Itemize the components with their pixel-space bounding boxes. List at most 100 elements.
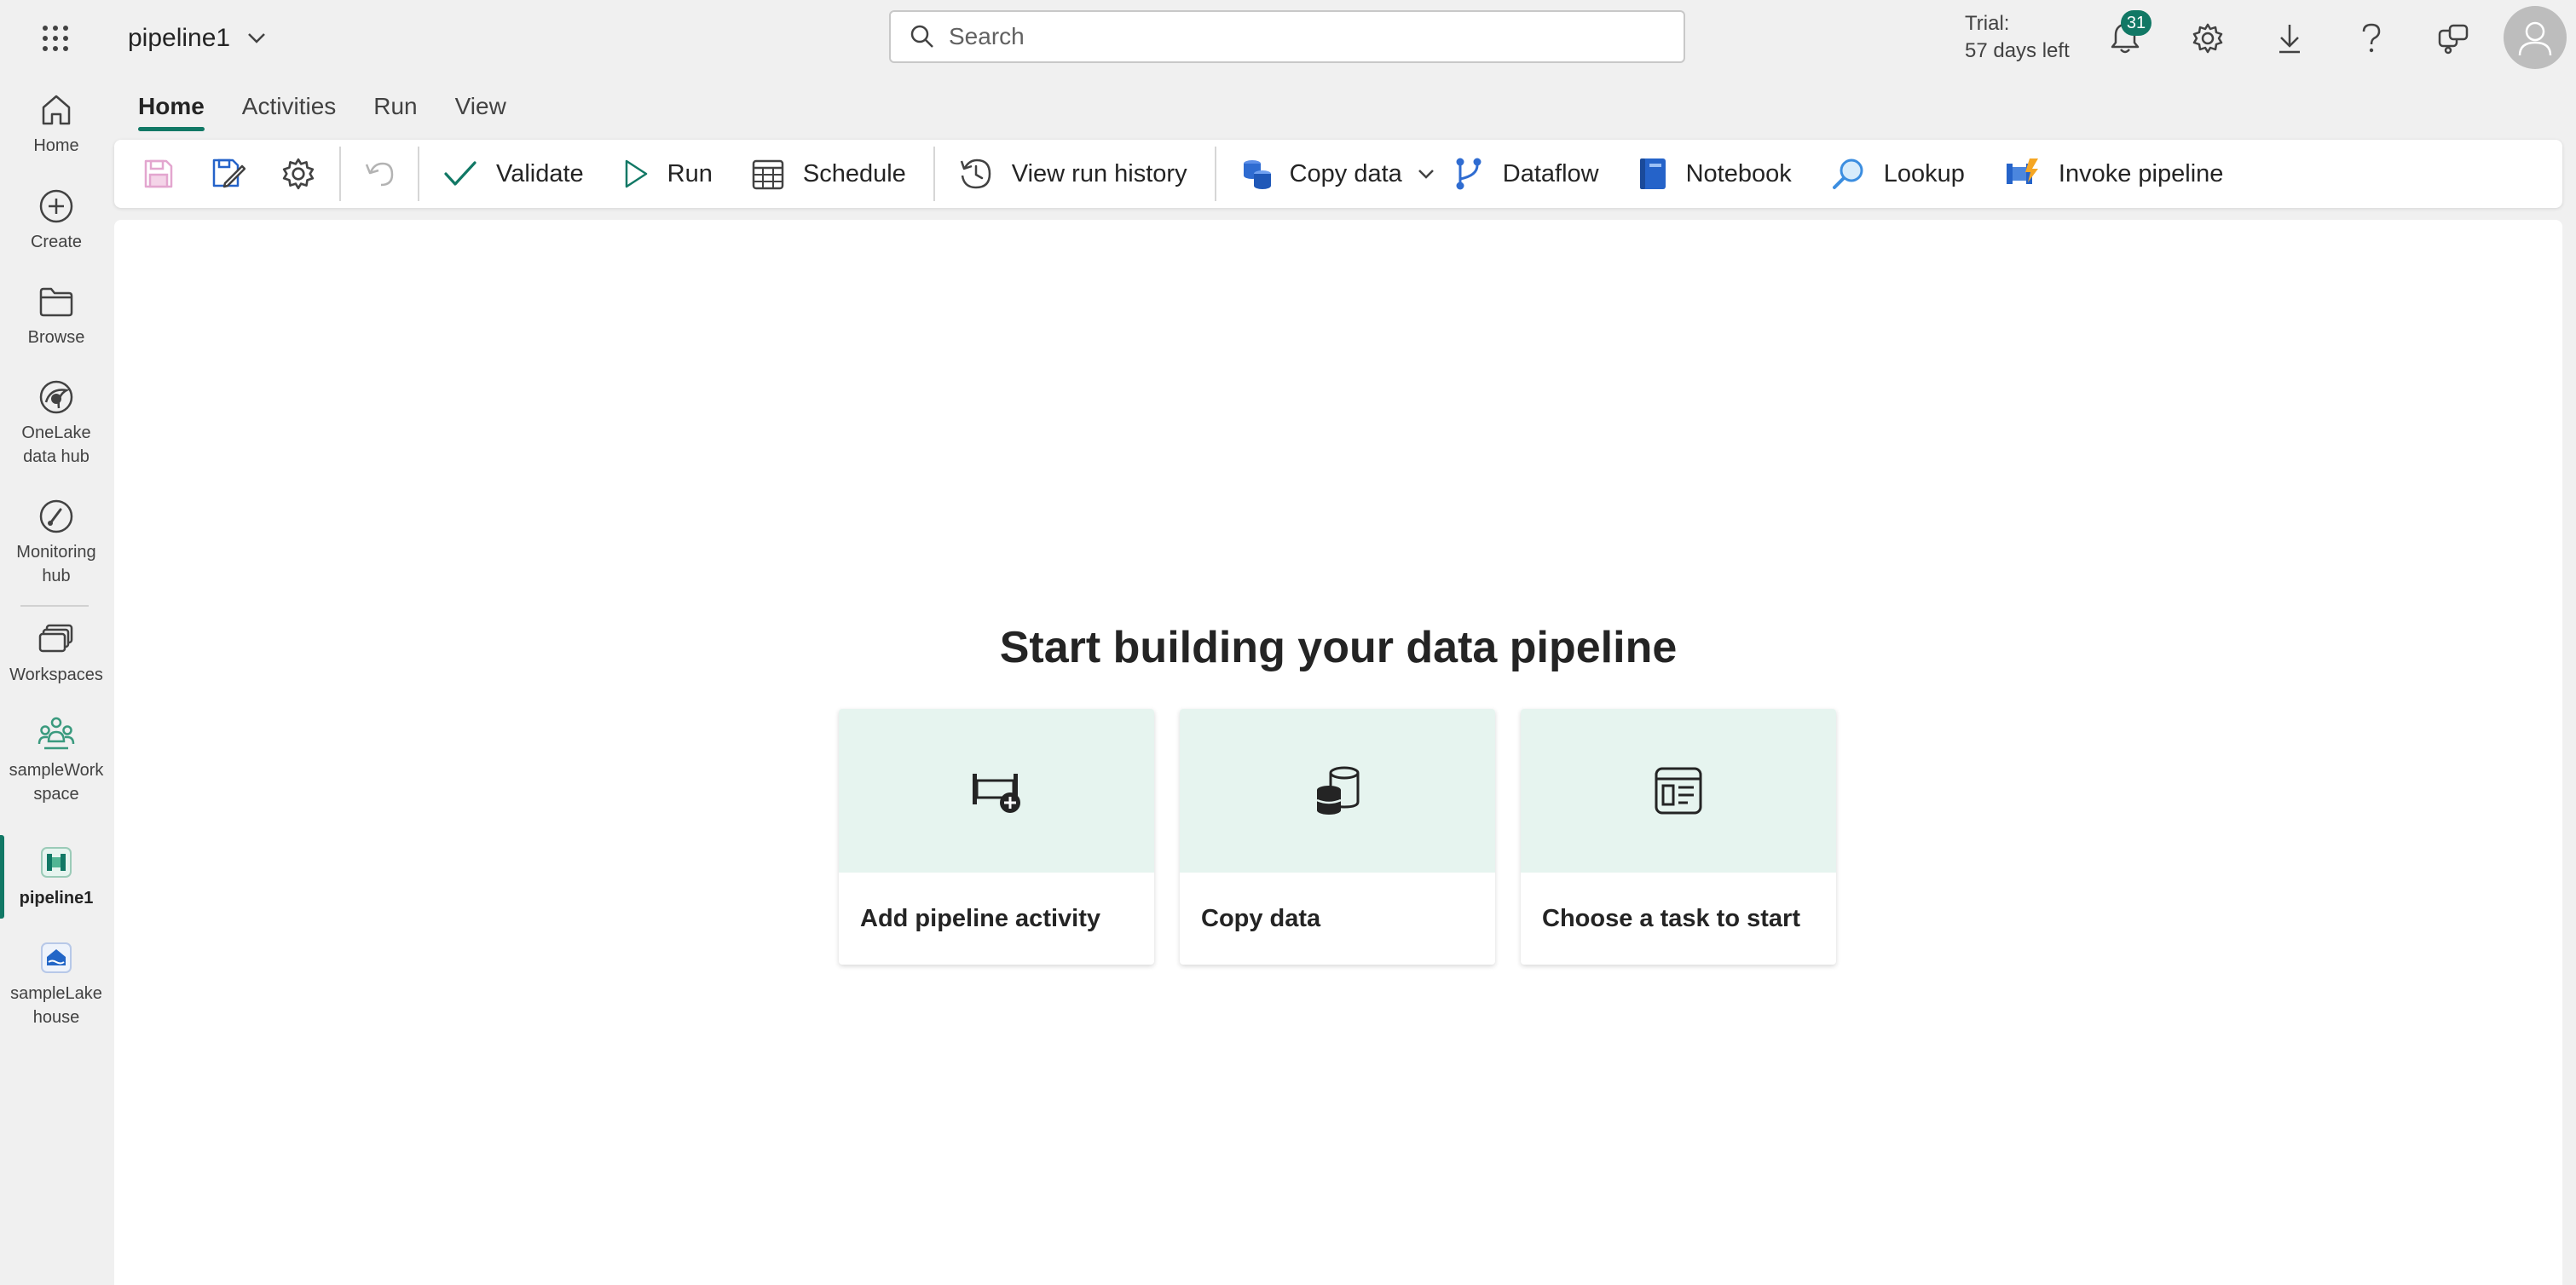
schedule-button[interactable]: Schedule [752,140,906,208]
tab-activities[interactable]: Activities [223,77,355,136]
toolbar-divider [339,147,341,201]
invoke-pipeline-label: Invoke pipeline [2058,159,2224,187]
view-run-history-label: View run history [1011,159,1187,187]
play-icon [623,158,649,189]
dataflow-icon [1453,157,1484,191]
nav-label: sampleLake house [10,984,102,1027]
pipeline-icon [36,842,77,883]
search-icon [910,24,935,49]
nav-label: OneLake data hub [21,424,91,466]
ribbon-tabs: Home Activities Run View [119,77,525,136]
validate-button[interactable]: Validate [443,140,584,208]
nav-label: Create [30,233,83,251]
copy-data-button[interactable]: Copy data [1240,140,1435,208]
toolbar-divider [933,147,935,201]
notebook-icon [1638,157,1667,191]
lookup-magnifier-icon [1831,157,1865,191]
template-icon [1654,766,1703,815]
save-edit-icon [211,158,245,190]
notification-count-badge: 31 [2121,10,2151,36]
nav-label: Monitoring hub [16,543,96,585]
nav-divider [20,605,89,607]
browse-folder-icon [36,281,77,322]
nav-item-pipeline1[interactable]: pipeline1 [0,842,113,910]
schedule-label: Schedule [802,159,906,187]
invoke-pipeline-icon [2004,157,2040,191]
nav-item-sampleworkspace[interactable]: sampleWork space [0,714,113,806]
left-navigation-rail: Home Create Browse OneLake data hub Moni… [0,77,113,1285]
nav-item-create[interactable]: Create [0,186,113,254]
notebook-label: Notebook [1685,159,1792,187]
nav-label: sampleWork space [9,761,104,804]
monitoring-icon [36,496,77,537]
card-header [1521,709,1836,873]
onelake-icon [36,377,77,418]
invoke-pipeline-button[interactable]: Invoke pipeline [2004,140,2223,208]
run-button[interactable]: Run [623,140,713,208]
tab-run[interactable]: Run [355,77,436,136]
gear-icon [281,157,315,191]
checkmark-icon [443,159,477,188]
undo-button[interactable] [363,140,396,208]
copy-data-label: Copy data [1289,159,1402,187]
copy-data-card[interactable]: Copy data [1180,709,1495,965]
calendar-icon [752,158,784,190]
add-pipeline-activity-card[interactable]: Add pipeline activity [839,709,1154,965]
nav-item-onelake-data-hub[interactable]: OneLake data hub [0,377,113,469]
toolbar-divider [418,147,419,201]
nav-label: Browse [27,328,85,347]
download-icon[interactable] [2267,17,2313,60]
trial-label: Trial: [1965,12,2010,35]
validate-label: Validate [496,159,584,187]
database-icon [1312,764,1363,817]
search-input[interactable] [947,22,1649,51]
search-box[interactable] [889,10,1685,63]
nav-label: Workspaces [9,666,103,684]
lookup-button[interactable]: Lookup [1831,140,1965,208]
lakehouse-icon [36,937,77,978]
card-header [1180,709,1495,873]
feedback-icon[interactable] [2430,17,2476,60]
nav-item-browse[interactable]: Browse [0,281,113,349]
chevron-down-icon[interactable] [1418,169,1435,179]
nav-label: Home [33,136,79,155]
save-icon [143,158,174,189]
trial-status[interactable]: Trial: 57 days left [1965,10,2070,65]
undo-icon [363,158,396,189]
workspace-people-icon [36,714,77,755]
copy-data-icon [1240,157,1274,191]
settings-gear-icon[interactable] [2185,17,2231,60]
nav-label: pipeline1 [19,889,94,908]
create-icon [36,186,77,227]
card-label: Copy data [1201,904,1321,932]
pipeline-canvas[interactable]: Start building your data pipeline Add pi… [114,220,2562,1285]
item-name-dropdown[interactable]: pipeline1 [128,17,266,60]
nav-item-home[interactable]: Home [0,89,113,158]
notebook-button[interactable]: Notebook [1638,140,1792,208]
nav-item-workspaces[interactable]: Workspaces [0,619,113,687]
tab-home[interactable]: Home [119,77,223,136]
help-icon[interactable] [2348,17,2394,60]
save-as-button[interactable] [211,140,245,208]
add-activity-icon [969,765,1024,816]
dataflow-label: Dataflow [1502,159,1599,187]
dataflow-button[interactable]: Dataflow [1453,140,1599,208]
item-name-label: pipeline1 [128,24,231,52]
nav-item-monitoring-hub[interactable]: Monitoring hub [0,496,113,588]
user-avatar[interactable] [2504,6,2567,69]
card-label: Add pipeline activity [860,904,1100,932]
history-icon [959,157,993,191]
save-button[interactable] [143,140,174,208]
card-header [839,709,1154,873]
nav-item-samplelakehouse[interactable]: sampleLake house [0,937,113,1029]
choose-task-card[interactable]: Choose a task to start [1521,709,1836,965]
workspaces-icon [36,619,77,660]
tab-view[interactable]: View [436,77,525,136]
settings-button[interactable] [281,140,315,208]
top-bar: pipeline1 Trial: 57 days left 31 [0,0,2576,77]
lookup-label: Lookup [1883,159,1965,187]
run-label: Run [667,159,713,187]
app-launcher-icon[interactable] [32,17,78,60]
toolbar-divider [1214,147,1216,201]
view-run-history-button[interactable]: View run history [959,140,1187,208]
